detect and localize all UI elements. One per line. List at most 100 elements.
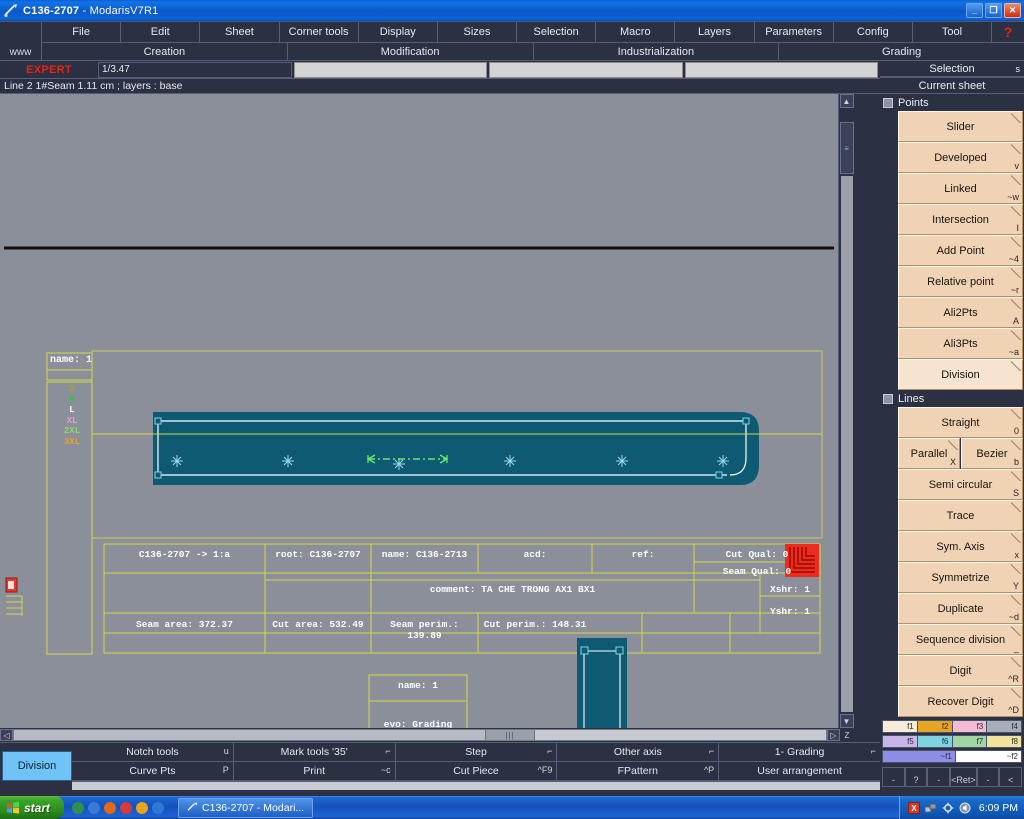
menu-item-parameters[interactable]: Parameters bbox=[754, 22, 834, 44]
panel-group-lines[interactable]: Lines bbox=[880, 390, 1024, 407]
scroll-down-button[interactable]: ▼ bbox=[839, 714, 854, 728]
tool-duplicate[interactable]: Duplicate ~d bbox=[898, 593, 1023, 624]
bottom-key-3[interactable]: - bbox=[927, 767, 951, 787]
expert-field-2[interactable] bbox=[293, 61, 487, 78]
tool-bezier[interactable]: Bezier b bbox=[961, 438, 1023, 469]
vertical-scroll-thumb[interactable]: ≡ bbox=[839, 122, 854, 174]
scroll-right-button[interactable]: ▷ bbox=[827, 729, 840, 741]
tool-relative-point[interactable]: Relative point ~r bbox=[898, 266, 1023, 297]
tool-print[interactable]: Print ~c bbox=[233, 762, 396, 781]
minimize-button[interactable]: _ bbox=[966, 3, 983, 18]
function-key-f6[interactable]: f6 bbox=[917, 736, 953, 747]
command-input-strip[interactable] bbox=[72, 781, 880, 790]
horizontal-scrollbar[interactable]: ◁ ||| ▷ Z bbox=[0, 728, 854, 742]
tool-trace[interactable]: Trace bbox=[898, 500, 1023, 531]
horizontal-scroll-rest[interactable] bbox=[534, 730, 826, 740]
tool-mark-tools[interactable]: Mark tools '35' ⌐ bbox=[233, 743, 396, 762]
close-button[interactable]: ✕ bbox=[1004, 3, 1021, 18]
start-button[interactable]: start bbox=[0, 796, 65, 819]
tool-cut-piece[interactable]: Cut Piece ^F9 bbox=[395, 762, 558, 781]
menu-item-selection[interactable]: Selection bbox=[517, 22, 597, 44]
tool-add-point[interactable]: Add Point ~4 bbox=[898, 235, 1023, 266]
quicklaunch-icon-4[interactable] bbox=[120, 801, 133, 814]
bottom-key-1[interactable]: - bbox=[882, 767, 905, 787]
tool-sequence-division[interactable]: Sequence division _ bbox=[898, 624, 1023, 655]
menu-item-config[interactable]: Config bbox=[833, 22, 913, 44]
tool-curve-pts[interactable]: Curve Pts P bbox=[72, 762, 234, 781]
horizontal-scroll-thumb[interactable] bbox=[14, 730, 485, 740]
tool-linked[interactable]: Linked ~w bbox=[898, 173, 1023, 204]
function-key-f2[interactable]: f2 bbox=[917, 721, 953, 732]
tool-parallel[interactable]: Parallel X bbox=[898, 438, 960, 469]
scale-field[interactable]: 1/3.47 bbox=[98, 61, 292, 78]
taskbar-item-modaris[interactable]: C136-2707 - Modari... bbox=[178, 797, 314, 818]
panel-header-selection[interactable]: Selection s bbox=[880, 60, 1024, 77]
tool-straight[interactable]: Straight 0 bbox=[898, 407, 1023, 438]
menu-item-grading[interactable]: Grading bbox=[779, 43, 1024, 60]
tool-grading[interactable]: 1- Grading ⌐ bbox=[719, 743, 880, 762]
quicklaunch-icon-5[interactable] bbox=[136, 801, 149, 814]
vertical-scroll-track[interactable] bbox=[840, 176, 853, 712]
menu-item-industrialization[interactable]: Industrialization bbox=[533, 43, 780, 60]
tool-step[interactable]: Step ⌐ bbox=[395, 743, 558, 762]
expert-field-4[interactable] bbox=[684, 61, 878, 78]
function-key-alt-f2[interactable]: ~f2 bbox=[955, 751, 1021, 762]
menu-item-tool[interactable]: Tool bbox=[912, 22, 993, 44]
menu-item-creation[interactable]: Creation bbox=[42, 43, 288, 60]
tool-symmetrize[interactable]: Symmetrize Y bbox=[898, 562, 1023, 593]
tool-user-arrangement[interactable]: User arrangement bbox=[719, 762, 880, 781]
restore-button[interactable]: ❐ bbox=[985, 3, 1002, 18]
menu-item-display[interactable]: Display bbox=[358, 22, 438, 44]
tool-developed[interactable]: Developed v bbox=[898, 142, 1023, 173]
bottom-key-6[interactable]: < bbox=[999, 767, 1022, 787]
tool-sym-axis[interactable]: Sym. Axis x bbox=[898, 531, 1023, 562]
bottom-key-5[interactable]: - bbox=[976, 767, 1000, 787]
tool-fpattern[interactable]: FPattern ^P bbox=[557, 762, 720, 781]
scroll-up-button[interactable]: ▲ bbox=[839, 94, 854, 108]
tool-division[interactable]: Division bbox=[898, 359, 1023, 390]
menu-item-macro[interactable]: Macro bbox=[596, 22, 676, 44]
menu-item-edit[interactable]: Edit bbox=[121, 22, 201, 44]
tool-semi-circular[interactable]: Semi circular S bbox=[898, 469, 1023, 500]
function-key-f3[interactable]: f3 bbox=[952, 721, 988, 732]
help-icon[interactable]: ? bbox=[992, 22, 1024, 44]
horizontal-scroll-grip[interactable]: ||| bbox=[484, 730, 535, 740]
function-key-f4[interactable]: f4 bbox=[987, 721, 1021, 732]
tray-excel-icon[interactable]: X bbox=[907, 801, 920, 814]
bottom-key-4[interactable]: <Ret> bbox=[950, 767, 977, 787]
function-key-f7[interactable]: f7 bbox=[952, 736, 988, 747]
tool-digit[interactable]: Digit ^R bbox=[898, 655, 1023, 686]
quicklaunch-icon-6[interactable] bbox=[152, 801, 165, 814]
panel-header-current-sheet[interactable]: Current sheet bbox=[880, 77, 1024, 94]
function-key-f5[interactable]: f5 bbox=[883, 736, 918, 747]
function-key-alt-f1[interactable]: ~f1 bbox=[883, 751, 956, 762]
menu-item-layers[interactable]: Layers bbox=[675, 22, 755, 44]
zoom-corner-button[interactable]: Z bbox=[840, 729, 854, 741]
active-tool-division-button[interactable]: Division bbox=[2, 751, 72, 781]
menu-item-modification[interactable]: Modification bbox=[287, 43, 534, 60]
tool-other-axis[interactable]: Other axis ⌐ bbox=[557, 743, 720, 762]
menu-item-corner-tools[interactable]: Corner tools bbox=[279, 22, 359, 44]
scroll-left-button[interactable]: ◁ bbox=[0, 729, 13, 741]
menu-item-sheet[interactable]: Sheet bbox=[200, 22, 280, 44]
tray-volume-icon[interactable] bbox=[959, 802, 971, 814]
horizontal-scroll-track[interactable]: ||| bbox=[13, 729, 827, 741]
quicklaunch-icon-1[interactable] bbox=[72, 801, 85, 814]
tray-network-icon[interactable] bbox=[924, 802, 937, 814]
tool-notch-tools[interactable]: Notch tools u bbox=[72, 743, 234, 762]
vertical-scrollbar[interactable]: ▲ ≡ ▼ bbox=[838, 94, 854, 728]
tray-settings-icon[interactable] bbox=[942, 802, 954, 814]
www-button[interactable]: www bbox=[0, 22, 42, 61]
pattern-canvas[interactable]: name: 1 S M L XL 2XL 3XL C136-2707 -> 1:… bbox=[0, 94, 838, 728]
system-clock[interactable]: 6:09 PM bbox=[979, 802, 1018, 814]
panel-group-points[interactable]: Points bbox=[880, 94, 1024, 111]
function-key-f8[interactable]: f8 bbox=[987, 736, 1021, 747]
tool-intersection[interactable]: Intersection I bbox=[898, 204, 1023, 235]
menu-item-file[interactable]: File bbox=[42, 22, 122, 44]
points-group-checkbox-icon[interactable] bbox=[883, 97, 893, 108]
quicklaunch-icon-2[interactable] bbox=[88, 801, 101, 814]
tool-recover-digit[interactable]: Recover Digit ^D bbox=[898, 686, 1023, 717]
tool-slider[interactable]: Slider bbox=[898, 111, 1023, 142]
tool-ali3pts[interactable]: Ali3Pts ~a bbox=[898, 328, 1023, 359]
menu-item-sizes[interactable]: Sizes bbox=[437, 22, 518, 44]
